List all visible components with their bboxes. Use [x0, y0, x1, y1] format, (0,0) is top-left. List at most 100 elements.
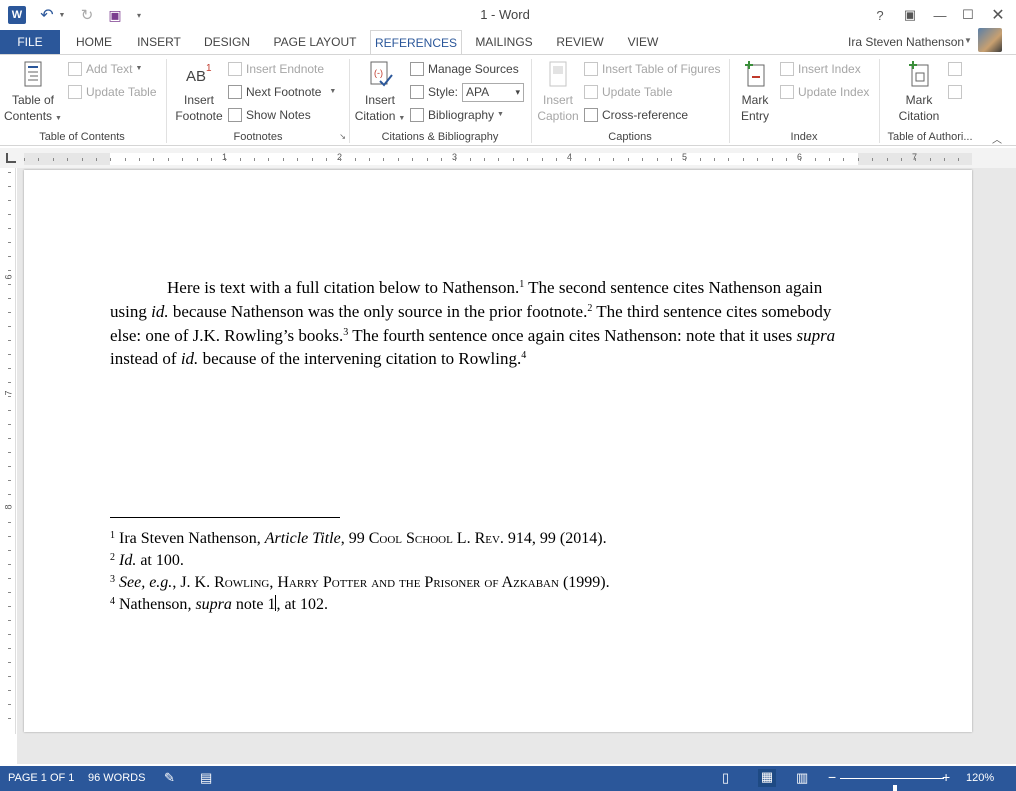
proofing-icon[interactable]: ✎ — [164, 770, 175, 786]
ruler-tick — [8, 396, 11, 397]
text-run: instead of — [110, 349, 181, 369]
footnote-reference[interactable]: 4 — [521, 350, 526, 361]
group-index: Mark Entry Insert Index Update Index Ind… — [730, 55, 878, 145]
redo-icon[interactable]: ↻ — [78, 5, 96, 25]
tab-review[interactable]: REVIEW — [548, 30, 612, 54]
ruler-number: 6 — [3, 274, 14, 280]
show-notes-button[interactable]: Show Notes — [228, 105, 311, 125]
customize-toolbar-icon[interactable]: ▾ — [134, 5, 144, 25]
manage-sources-label: Manage Sources — [428, 62, 519, 76]
avatar[interactable] — [978, 28, 1002, 52]
tab-home[interactable]: HOME — [66, 30, 122, 54]
ruler-tick — [8, 550, 11, 551]
insert-citation-button[interactable]: (-) Insert Citation ▼ — [352, 59, 408, 127]
ruler-tick — [354, 158, 356, 161]
ribbon-display-options-icon[interactable]: ▣ — [898, 5, 922, 25]
undo-dropdown-icon[interactable]: ▼ — [58, 5, 66, 25]
style-selector[interactable]: Style: APA — [410, 82, 525, 102]
group-label: Table of Contents — [39, 131, 125, 143]
help-icon[interactable]: ? — [868, 5, 892, 25]
svg-text:AB: AB — [186, 68, 206, 85]
footnote-text: note 1 — [231, 596, 276, 613]
zoom-in-icon[interactable]: + — [942, 769, 950, 785]
footnotes[interactable]: 1 Ira Steven Nathenson, Article Title, 9… — [110, 528, 855, 616]
ruler-tick — [8, 312, 11, 313]
bibliography-button[interactable]: Bibliography ▼ — [410, 105, 504, 125]
manage-sources-button[interactable]: Manage Sources — [410, 59, 519, 79]
insert-index-label: Insert Index — [798, 62, 861, 76]
footnote-1[interactable]: 1 Ira Steven Nathenson, Article Title, 9… — [110, 528, 855, 550]
page-count[interactable]: PAGE 1 OF 1 — [8, 772, 74, 784]
ruler-tick — [167, 158, 169, 161]
style-dropdown[interactable]: APA — [462, 82, 525, 102]
collapse-ribbon-icon[interactable]: ︿ — [992, 131, 1002, 146]
macro-recording-icon[interactable]: ▤ — [200, 770, 212, 786]
cross-reference-button[interactable]: Cross-reference — [584, 105, 688, 125]
mark-entry-button[interactable]: Mark Entry — [732, 59, 778, 124]
web-layout-icon[interactable]: ▥ — [796, 770, 808, 786]
horizontal-ruler[interactable]: 1234567 — [0, 148, 1016, 168]
tab-references[interactable]: REFERENCES — [370, 30, 462, 55]
update-table-figures-button[interactable]: Update Table — [584, 82, 673, 102]
word-logo-icon[interactable]: W — [8, 6, 26, 24]
tab-mailings[interactable]: MAILINGS — [468, 30, 540, 54]
close-button[interactable]: ✕ — [986, 5, 1010, 25]
tab-page-layout[interactable]: PAGE LAYOUT — [266, 30, 364, 54]
insert-footnote-button[interactable]: AB 1 Insert Footnote — [170, 59, 228, 124]
ruler-tick — [670, 158, 672, 161]
ruler-tick — [24, 158, 25, 161]
insert-endnote-button[interactable]: Insert Endnote — [228, 59, 324, 79]
zoom-out-icon[interactable]: − — [828, 769, 836, 785]
insert-caption-button[interactable]: Insert Caption — [534, 59, 582, 124]
footnote-text-italic: See, e.g. — [119, 574, 173, 591]
document-area[interactable]: Here is text with a full citation below … — [17, 168, 1016, 764]
update-table-of-authorities-button[interactable] — [948, 82, 966, 102]
body-paragraph[interactable]: Here is text with a full citation below … — [110, 276, 855, 371]
user-dropdown-icon[interactable]: ▼ — [964, 36, 972, 45]
divider — [166, 59, 167, 143]
update-table-button[interactable]: Update Table — [68, 82, 157, 102]
undo-icon[interactable]: ↶ — [38, 5, 56, 25]
tab-file[interactable]: FILE — [0, 30, 60, 54]
show-notes-label: Show Notes — [246, 108, 311, 122]
print-layout-icon[interactable]: ▦ — [758, 769, 776, 787]
zoom-level[interactable]: 120% — [966, 772, 994, 784]
tab-view[interactable]: VIEW — [620, 30, 666, 54]
user-name[interactable]: Ira Steven Nathenson — [848, 35, 964, 49]
zoom-slider[interactable] — [840, 778, 944, 791]
ruler-tick — [110, 158, 112, 161]
next-footnote-button[interactable]: Next Footnote ▼ — [228, 82, 336, 102]
footnote-text: at 100. — [136, 552, 184, 569]
ruler-tick — [8, 326, 11, 327]
group-captions: Insert Caption Insert Table of Figures U… — [532, 55, 728, 145]
ruler-tick — [52, 158, 54, 161]
word-count[interactable]: 96 WORDS — [88, 772, 145, 784]
table-of-contents-button[interactable]: Table of Contents ▼ — [4, 59, 62, 127]
mark-citation-button[interactable]: Mark Citation — [894, 59, 944, 124]
maximize-button[interactable]: ☐ — [956, 5, 980, 25]
update-index-button[interactable]: Update Index — [780, 82, 869, 102]
ruler-tick — [527, 158, 529, 161]
vertical-ruler[interactable]: 678 — [4, 168, 16, 734]
tab-insert[interactable]: INSERT — [128, 30, 190, 54]
footnote-4[interactable]: 4 Nathenson, supra note 1, at 102. — [110, 594, 855, 616]
manage-sources-icon — [410, 62, 424, 76]
zoom-slider-thumb[interactable] — [892, 785, 897, 791]
footnotes-dialog-launcher-icon[interactable]: ↘ — [339, 132, 346, 141]
save-icon[interactable]: ▣ — [106, 5, 124, 25]
page[interactable]: Here is text with a full citation below … — [24, 170, 972, 732]
add-text-button[interactable]: Add Text ▼ — [68, 59, 142, 79]
insert-table-of-figures-button[interactable]: Insert Table of Figures — [584, 59, 721, 79]
svg-text:(-): (-) — [374, 68, 383, 78]
ribbon: Table of Contents ▼ Add Text ▼ Update Tabl… — [0, 54, 1016, 146]
insert-index-button[interactable]: Insert Index — [780, 59, 861, 79]
title-bar: W ↶ ▼ ↻ ▣ ▾ 1 - Word ? ▣ — ☐ ✕ — [0, 0, 1016, 30]
read-mode-icon[interactable]: ▯ — [722, 770, 729, 786]
minimize-button[interactable]: — — [928, 5, 952, 25]
footnote-3[interactable]: 3 See, e.g., J. K. Rowling, Harry Potter… — [110, 572, 855, 594]
footnote-2[interactable]: 2 Id. at 100. — [110, 550, 855, 572]
tab-design[interactable]: DESIGN — [196, 30, 258, 54]
tab-selector-icon[interactable] — [6, 153, 16, 163]
ruler-tick — [484, 158, 485, 161]
insert-table-of-authorities-button[interactable] — [948, 59, 966, 79]
